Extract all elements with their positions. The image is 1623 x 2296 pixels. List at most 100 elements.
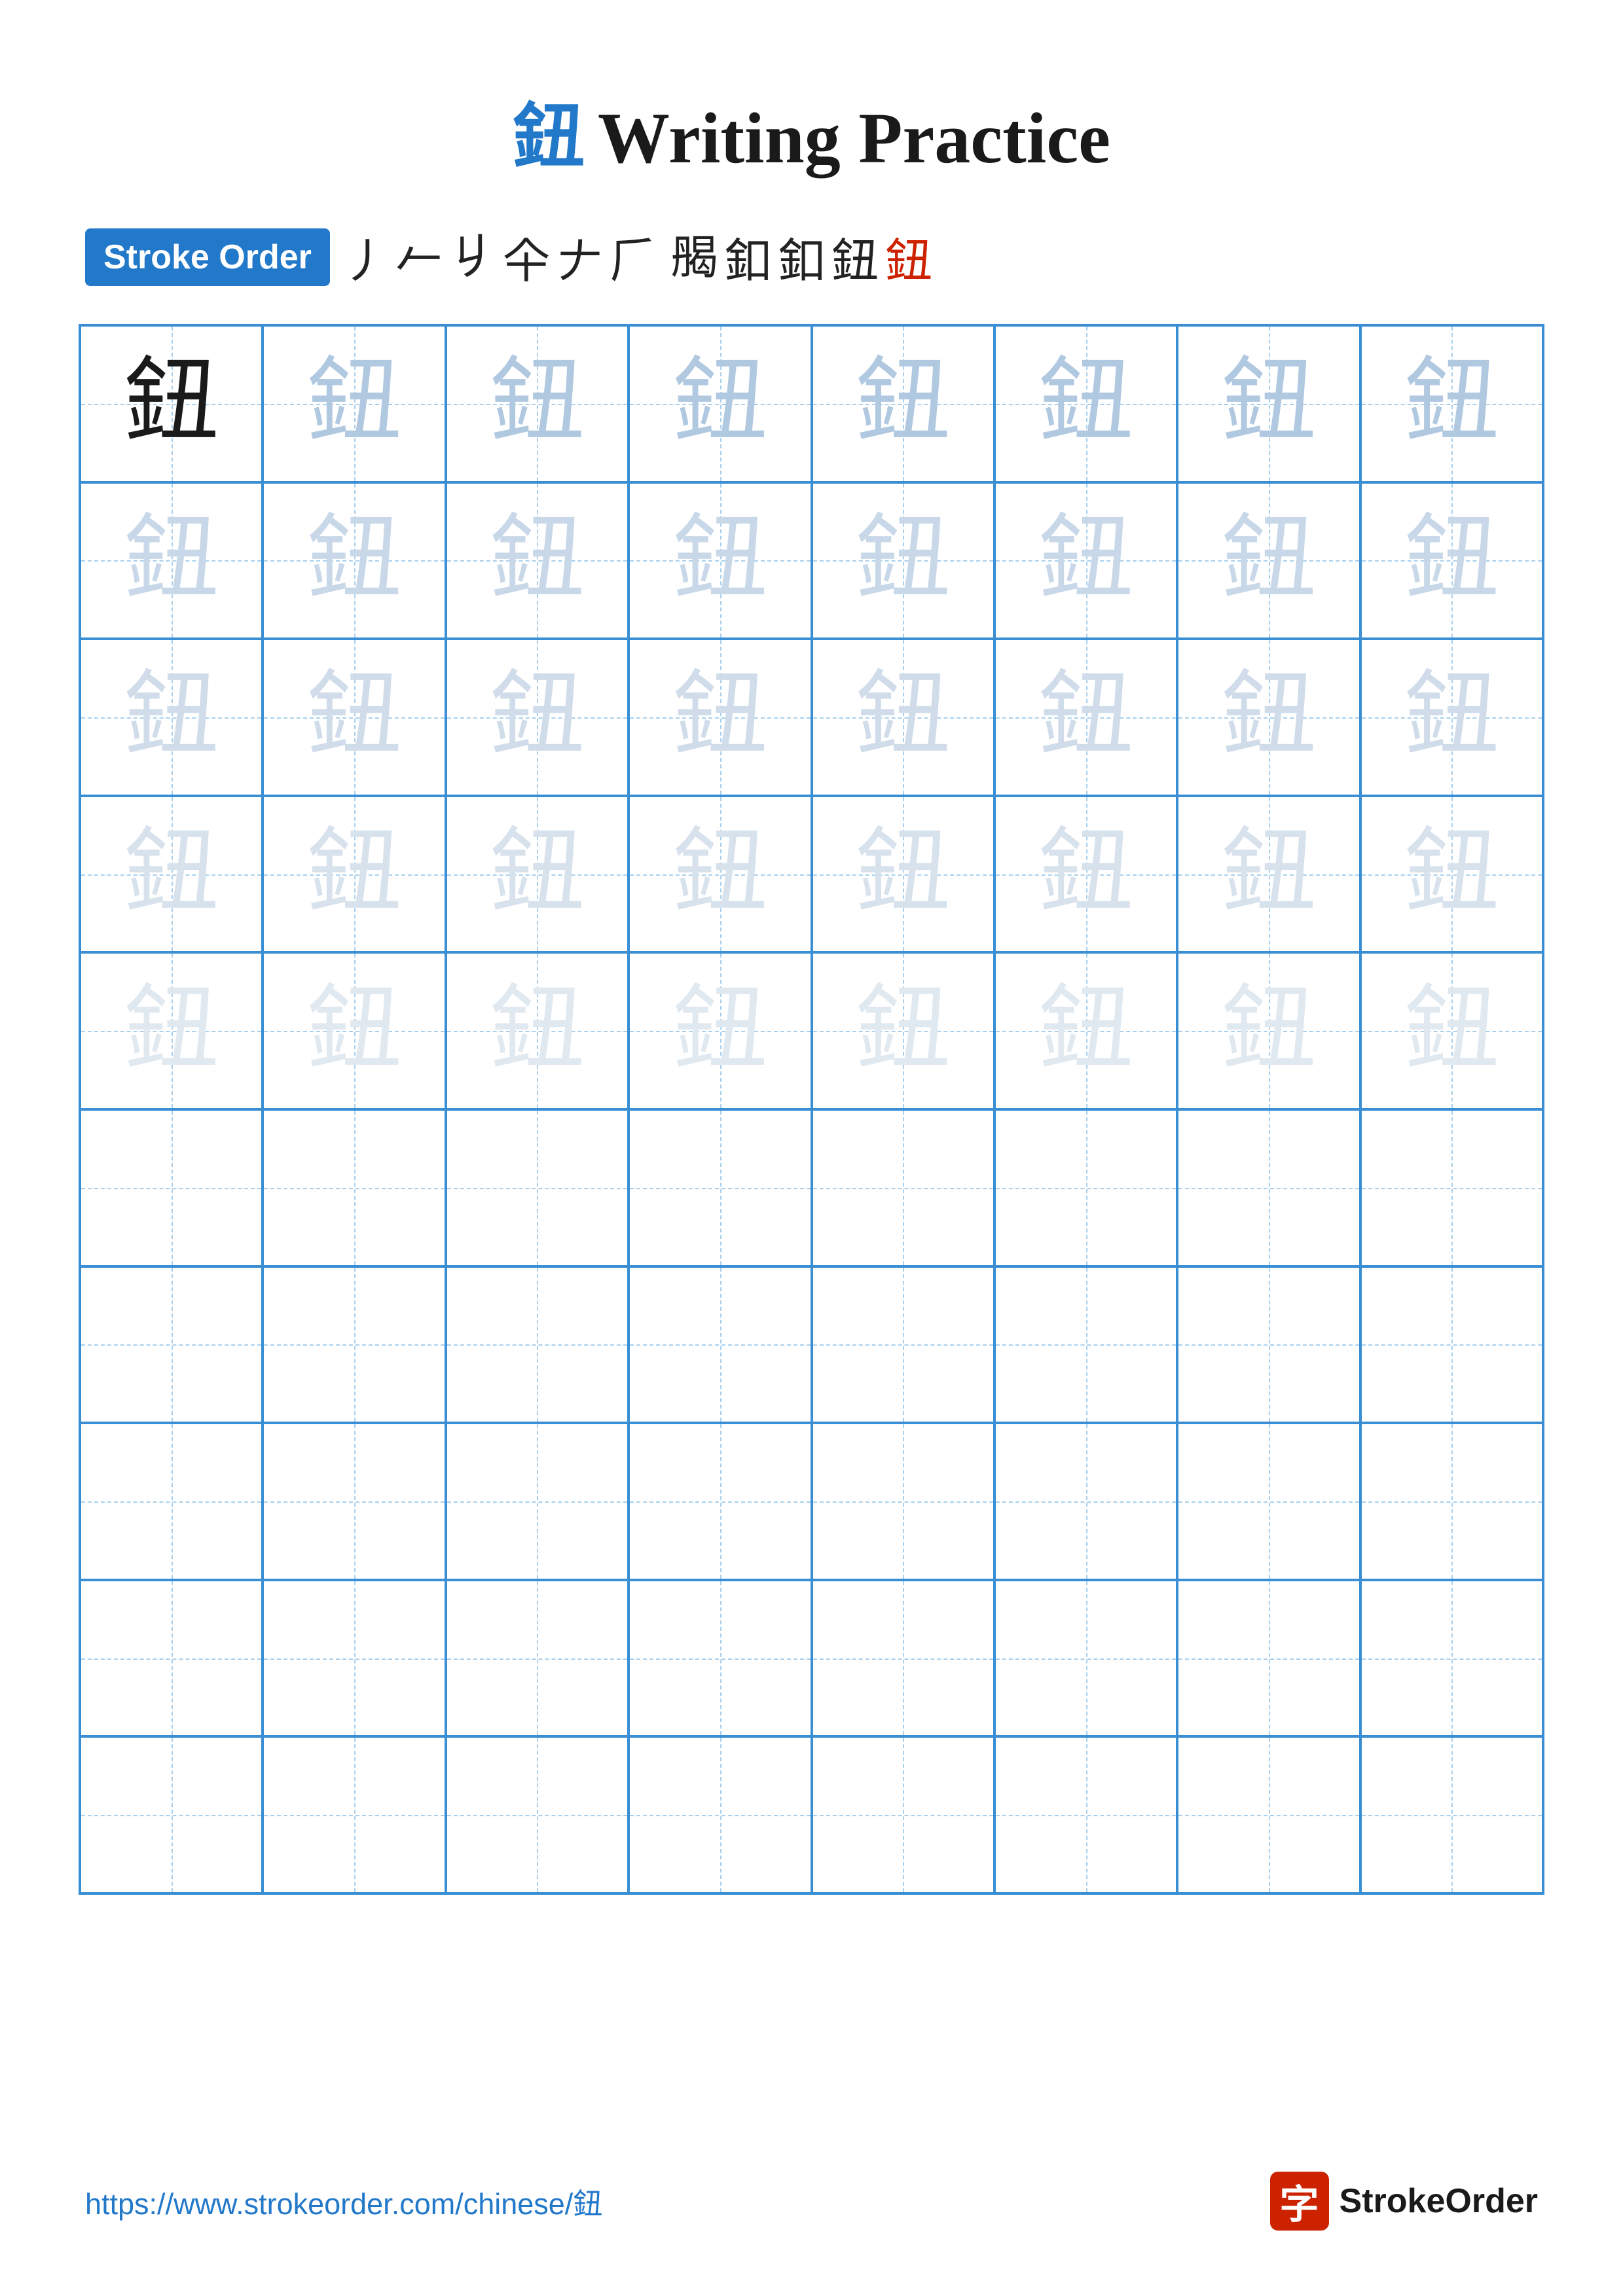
grid-cell[interactable]: 鈕	[812, 952, 994, 1109]
grid-cell[interactable]	[994, 1109, 1177, 1266]
grid-cell[interactable]: 鈕	[446, 325, 629, 482]
grid-cell[interactable]	[1360, 1109, 1543, 1266]
grid-cell[interactable]	[263, 1736, 445, 1893]
stroke-5: 𠂇	[556, 223, 604, 291]
practice-char: 鈕	[1404, 513, 1499, 608]
grid-cell[interactable]: 鈕	[994, 952, 1177, 1109]
grid-cell[interactable]: 鈕	[1360, 482, 1543, 639]
grid-cell[interactable]	[263, 1109, 445, 1266]
grid-cell[interactable]	[629, 1266, 811, 1424]
practice-char: 鈕	[307, 356, 402, 451]
practice-char: 鈕	[856, 513, 951, 608]
grid-cell[interactable]	[812, 1580, 994, 1737]
grid-cell[interactable]	[80, 1736, 263, 1893]
grid-cell[interactable]: 鈕	[629, 482, 811, 639]
grid-cell[interactable]: 鈕	[1177, 325, 1360, 482]
grid-cell[interactable]	[994, 1266, 1177, 1424]
grid-cell[interactable]	[446, 1580, 629, 1737]
grid-cell[interactable]	[1360, 1736, 1543, 1893]
grid-cell[interactable]	[812, 1736, 994, 1893]
stroke-10: 釦	[778, 223, 825, 291]
grid-cell[interactable]: 鈕	[80, 325, 263, 482]
grid-cell[interactable]: 鈕	[994, 482, 1177, 639]
grid-cell[interactable]	[1360, 1423, 1543, 1580]
footer-logo-text: StrokeOrder	[1340, 2181, 1538, 2221]
grid-cell[interactable]	[629, 1580, 811, 1737]
grid-cell[interactable]	[994, 1736, 1177, 1893]
practice-char: 鈕	[1221, 984, 1316, 1079]
stroke-8: 𠂄	[670, 228, 718, 285]
grid-cell[interactable]: 鈕	[80, 639, 263, 796]
practice-char: 鈕	[1404, 356, 1499, 451]
grid-cell[interactable]	[1177, 1266, 1360, 1424]
grid-cell[interactable]	[1360, 1580, 1543, 1737]
practice-char: 鈕	[1221, 670, 1316, 764]
grid-cell[interactable]	[446, 1423, 629, 1580]
practice-char: 鈕	[490, 827, 585, 922]
stroke-11: 鈕	[831, 223, 879, 291]
grid-cell[interactable]	[263, 1580, 445, 1737]
grid-cell[interactable]: 鈕	[629, 952, 811, 1109]
grid-cell[interactable]: 鈕	[263, 952, 445, 1109]
grid-cell[interactable]	[812, 1423, 994, 1580]
grid-cell[interactable]: 鈕	[994, 325, 1177, 482]
grid-cell[interactable]: 鈕	[263, 796, 445, 953]
practice-char: 鈕	[124, 513, 219, 608]
grid-cell[interactable]	[263, 1423, 445, 1580]
grid-cell[interactable]: 鈕	[446, 482, 629, 639]
grid-cell[interactable]: 鈕	[812, 639, 994, 796]
grid-cell[interactable]: 鈕	[994, 796, 1177, 953]
grid-cell[interactable]: 鈕	[80, 796, 263, 953]
grid-cell[interactable]: 鈕	[1360, 796, 1543, 953]
grid-cell[interactable]	[629, 1736, 811, 1893]
grid-cell[interactable]	[629, 1423, 811, 1580]
grid-cell[interactable]: 鈕	[1360, 639, 1543, 796]
grid-cell[interactable]	[446, 1109, 629, 1266]
grid-cell[interactable]	[1177, 1423, 1360, 1580]
grid-cell[interactable]: 鈕	[1177, 952, 1360, 1109]
grid-cell[interactable]	[1177, 1109, 1360, 1266]
grid-cell[interactable]	[629, 1109, 811, 1266]
practice-char: 鈕	[490, 513, 585, 608]
grid-cell[interactable]	[1360, 1266, 1543, 1424]
practice-grid: 鈕鈕鈕鈕鈕鈕鈕鈕鈕鈕鈕鈕鈕鈕鈕鈕鈕鈕鈕鈕鈕鈕鈕鈕鈕鈕鈕鈕鈕鈕鈕鈕鈕鈕鈕鈕鈕鈕鈕鈕	[79, 324, 1544, 1895]
grid-cell[interactable]: 鈕	[629, 325, 811, 482]
grid-cell[interactable]	[446, 1736, 629, 1893]
grid-cell[interactable]: 鈕	[446, 952, 629, 1109]
grid-cell[interactable]: 鈕	[263, 639, 445, 796]
grid-cell[interactable]	[80, 1423, 263, 1580]
grid-cell[interactable]: 鈕	[446, 796, 629, 953]
grid-cell[interactable]	[80, 1109, 263, 1266]
grid-cell[interactable]: 鈕	[1177, 796, 1360, 953]
grid-cell[interactable]	[1177, 1736, 1360, 1893]
grid-cell[interactable]	[994, 1580, 1177, 1737]
practice-char: 鈕	[672, 356, 767, 451]
grid-cell[interactable]	[446, 1266, 629, 1424]
practice-char: 鈕	[124, 356, 219, 451]
grid-cell[interactable]: 鈕	[812, 325, 994, 482]
grid-cell[interactable]: 鈕	[1177, 639, 1360, 796]
grid-cell[interactable]	[994, 1423, 1177, 1580]
grid-cell[interactable]: 鈕	[446, 639, 629, 796]
grid-cell[interactable]	[1177, 1580, 1360, 1737]
stroke-4: 仐	[503, 223, 550, 291]
grid-cell[interactable]	[812, 1266, 994, 1424]
grid-cell[interactable]	[812, 1109, 994, 1266]
practice-char: 鈕	[490, 670, 585, 764]
grid-cell[interactable]	[263, 1266, 445, 1424]
grid-cell[interactable]: 鈕	[1360, 952, 1543, 1109]
practice-char: 鈕	[1221, 513, 1316, 608]
grid-cell[interactable]: 鈕	[80, 482, 263, 639]
grid-cell[interactable]: 鈕	[1360, 325, 1543, 482]
grid-cell[interactable]: 鈕	[263, 482, 445, 639]
grid-cell[interactable]: 鈕	[629, 796, 811, 953]
grid-cell[interactable]	[80, 1266, 263, 1424]
grid-cell[interactable]: 鈕	[812, 482, 994, 639]
grid-cell[interactable]	[80, 1580, 263, 1737]
grid-cell[interactable]: 鈕	[263, 325, 445, 482]
grid-cell[interactable]: 鈕	[994, 639, 1177, 796]
grid-cell[interactable]: 鈕	[1177, 482, 1360, 639]
grid-cell[interactable]: 鈕	[629, 639, 811, 796]
grid-cell[interactable]: 鈕	[812, 796, 994, 953]
grid-cell[interactable]: 鈕	[80, 952, 263, 1109]
